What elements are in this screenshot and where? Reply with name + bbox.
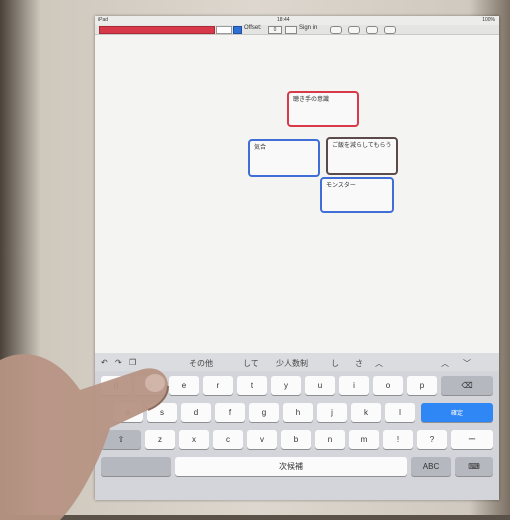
status-time: 18:44 — [277, 17, 290, 23]
key-p[interactable]: p — [407, 376, 437, 395]
key-l[interactable]: l — [385, 403, 415, 422]
key-a[interactable]: a — [113, 403, 143, 422]
backspace-icon: ⌫ — [461, 381, 473, 390]
suggestion-5[interactable]: さ — [355, 358, 363, 369]
key-y[interactable]: y — [271, 376, 301, 395]
card-text: 聴き手の意識 — [293, 97, 330, 103]
card-listener-awareness[interactable]: 聴き手の意識 — [287, 91, 359, 127]
key-question[interactable]: ? — [417, 430, 447, 449]
key-n[interactable]: n — [315, 430, 345, 449]
key-b[interactable]: b — [281, 430, 311, 449]
toolbar-round-button-1[interactable] — [330, 26, 342, 34]
status-bar: iPad 18:44 100% — [95, 16, 499, 25]
offset-input[interactable]: 0 — [268, 26, 282, 34]
dismiss-keyboard-key[interactable]: ⌨ — [455, 457, 493, 476]
abc-key[interactable]: ABC — [411, 457, 451, 476]
key-o[interactable]: o — [373, 376, 403, 395]
suggestion-4[interactable]: し — [331, 358, 339, 369]
key-h[interactable]: h — [283, 403, 313, 422]
offset-label: Offset: — [244, 25, 262, 31]
key-t[interactable]: t — [237, 376, 267, 395]
key-z[interactable]: z — [145, 430, 175, 449]
shift-icon: ⇧ — [117, 435, 125, 444]
paste-icon[interactable]: ❐ — [129, 358, 136, 367]
signin-label[interactable]: Sign in — [299, 25, 317, 31]
key-c[interactable]: c — [213, 430, 243, 449]
key-i[interactable]: i — [339, 376, 369, 395]
suggestion-bar: ↶ ↷ ❐ その他 して 少人数制 し さ ︿ ︿ ﹀ — [95, 353, 499, 371]
key-m[interactable]: m — [349, 430, 379, 449]
suggestion-3[interactable]: 少人数制 — [276, 358, 308, 369]
suggestion-2[interactable]: して — [243, 358, 259, 369]
card-kiai[interactable]: 気合 — [248, 139, 320, 177]
japanese-keyboard: ↶ ↷ ❐ その他 して 少人数制 し さ ︿ ︿ ﹀ q w e r t y … — [95, 353, 499, 500]
card-text: モンスター — [326, 183, 356, 189]
key-g[interactable]: g — [249, 403, 279, 422]
toolbar-small-input[interactable] — [216, 26, 232, 34]
status-battery: 100% — [482, 17, 495, 23]
chevron-up-icon-2[interactable]: ︿ — [441, 358, 449, 369]
key-k[interactable]: k — [351, 403, 381, 422]
key-dash[interactable]: ー — [451, 430, 493, 449]
suggestion-1[interactable]: その他 — [189, 358, 213, 369]
toolbar-button[interactable] — [285, 26, 297, 34]
key-w[interactable]: w — [135, 376, 165, 395]
key-exclaim[interactable]: ! — [383, 430, 413, 449]
toolbar-round-button-2[interactable] — [348, 26, 360, 34]
ipad-screen: iPad 18:44 100% Offset: 0 Sign in 聴き手の意識… — [95, 16, 499, 500]
key-r[interactable]: r — [203, 376, 233, 395]
toolbar-round-button-3[interactable] — [366, 26, 378, 34]
status-carrier: iPad — [98, 17, 109, 23]
toolbar: Offset: 0 Sign in — [95, 25, 499, 35]
key-x[interactable]: x — [179, 430, 209, 449]
key-s[interactable]: s — [147, 403, 177, 422]
card-text: 気合 — [254, 145, 267, 151]
confirm-key[interactable]: 確定 — [421, 403, 493, 422]
chevron-up-icon[interactable]: ︿ — [375, 358, 383, 369]
toolbar-round-button-4[interactable] — [384, 26, 396, 34]
toolbar-toggle-button[interactable] — [233, 26, 242, 34]
shift-key[interactable]: ⇧ — [101, 430, 141, 449]
key-e[interactable]: e — [169, 376, 199, 395]
undo-icon[interactable]: ↶ — [101, 358, 108, 367]
key-q[interactable]: q — [101, 376, 131, 395]
card-text: ご飯を減らしてもらう — [332, 143, 392, 149]
canvas-area[interactable]: 聴き手の意識 気合 ご飯を減らしてもらう モンスター — [95, 35, 499, 353]
keyboard-icon: ⌨ — [468, 462, 480, 471]
chevron-down-icon[interactable]: ﹀ — [463, 358, 471, 369]
key-d[interactable]: d — [181, 403, 211, 422]
key-u[interactable]: u — [305, 376, 335, 395]
text-input-field[interactable] — [99, 26, 215, 34]
card-monster[interactable]: モンスター — [320, 177, 394, 213]
redo-icon[interactable]: ↷ — [115, 358, 122, 367]
key-v[interactable]: v — [247, 430, 277, 449]
key-j[interactable]: j — [317, 403, 347, 422]
key-f[interactable]: f — [215, 403, 245, 422]
space-key[interactable]: 次候補 — [175, 457, 407, 476]
card-reduce-rice[interactable]: ご飯を減らしてもらう — [326, 137, 398, 175]
globe-key[interactable] — [101, 457, 171, 476]
backspace-key[interactable]: ⌫ — [441, 376, 493, 395]
